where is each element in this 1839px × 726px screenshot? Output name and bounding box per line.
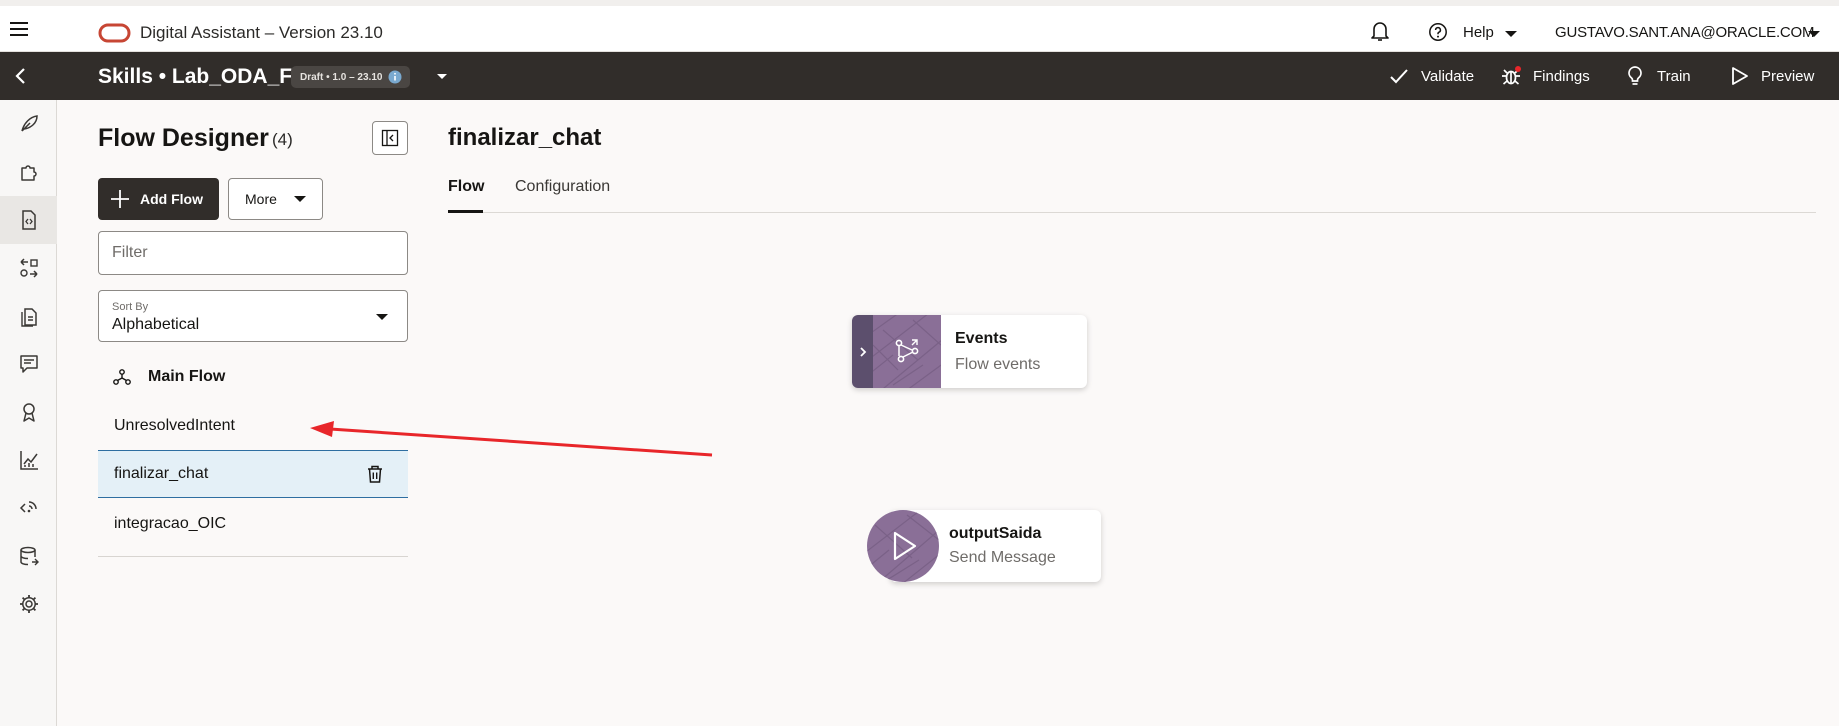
left-nav-rail: [0, 100, 57, 726]
skill-header-bar: Skills • Lab_ODA_FT Draft • 1.0 – 23.10 …: [0, 52, 1839, 100]
flow-count: (4): [272, 130, 293, 149]
quality-badge-icon[interactable]: [0, 388, 57, 436]
oracle-logo: [98, 23, 131, 43]
checkmark-icon: [1390, 69, 1408, 84]
events-node[interactable]: Events Flow events: [852, 315, 1087, 388]
collapse-panel-button[interactable]: [372, 121, 408, 155]
events-node-tile: [873, 315, 941, 388]
findings-button[interactable]: Findings: [1500, 64, 1590, 88]
flow-events-icon: [895, 339, 919, 363]
conversation-icon[interactable]: [0, 340, 57, 388]
flow-list-item-label: integracao_OIC: [114, 515, 227, 532]
trash-icon[interactable]: [366, 464, 384, 484]
expand-node-toggle[interactable]: [852, 315, 873, 388]
sort-by-select[interactable]: Sort By Alphabetical: [98, 290, 408, 342]
more-label: More: [245, 191, 277, 207]
events-node-subtitle: Flow events: [955, 356, 1041, 373]
play-icon: [1732, 67, 1748, 85]
filter-input[interactable]: [98, 231, 408, 275]
chevron-down-icon: [293, 196, 306, 202]
list-divider: [98, 556, 408, 557]
annotation-arrow: [310, 421, 713, 457]
feather-icon[interactable]: [0, 100, 57, 148]
flow-list-item-label: finalizar_chat: [114, 465, 209, 482]
insights-chart-icon[interactable]: [0, 436, 57, 484]
info-icon[interactable]: [388, 70, 402, 84]
help-menu-label[interactable]: Help: [1463, 24, 1494, 41]
tab-flow[interactable]: Flow: [448, 178, 484, 196]
preview-button[interactable]: Preview: [1728, 64, 1814, 88]
main-flow-label: Main Flow: [148, 368, 226, 385]
tabs-divider: [448, 212, 1816, 213]
lightbulb-icon: [1628, 66, 1642, 85]
help-icon[interactable]: [1428, 22, 1448, 42]
train-button[interactable]: Train: [1624, 64, 1691, 88]
chevron-down-icon: [376, 314, 388, 320]
main-flow-item[interactable]: Main Flow: [98, 353, 408, 401]
flow-name-heading: finalizar_chat: [448, 124, 602, 151]
events-node-title: Events: [955, 330, 1008, 347]
flow-list-item-label: UnresolvedIntent: [114, 417, 235, 434]
top-header: Digital Assistant – Version 23.10 Help G…: [0, 6, 1839, 52]
output-node-subtitle: Send Message: [949, 549, 1056, 566]
user-menu-label[interactable]: GUSTAVO.SANT.ANA@ORACLE.COM: [1555, 24, 1815, 41]
output-node-title: outputSaida: [949, 525, 1042, 542]
notifications-bell-icon[interactable]: [1369, 19, 1391, 43]
validate-label: Validate: [1421, 67, 1475, 85]
findings-label: Findings: [1533, 67, 1590, 85]
validate-button[interactable]: Validate: [1388, 64, 1474, 88]
flow-document-icon[interactable]: [0, 196, 57, 244]
send-message-node-circle[interactable]: [867, 510, 939, 582]
more-button[interactable]: More: [228, 178, 323, 220]
flow-list-item[interactable]: integracao_OIC: [98, 500, 408, 548]
version-badge: Draft • 1.0 – 23.10: [291, 66, 411, 88]
collapse-panel-icon: [381, 129, 399, 147]
hamburger-menu-icon[interactable]: [8, 18, 30, 40]
preview-label: Preview: [1761, 67, 1815, 85]
panel-title: Flow Designer: [98, 124, 269, 152]
skill-version-chevron-down-icon[interactable]: [436, 73, 448, 80]
settings-icon[interactable]: [0, 580, 57, 628]
tab-configuration[interactable]: Configuration: [515, 178, 610, 196]
version-badge-label: Draft • 1.0 – 23.10: [300, 71, 383, 83]
add-flow-label: Add Flow: [140, 191, 203, 207]
active-tab-indicator: [448, 210, 483, 213]
skill-title: Skills • Lab_ODA_FT: [98, 65, 305, 88]
puzzle-icon[interactable]: [0, 148, 57, 196]
channels-icon[interactable]: [0, 484, 57, 532]
app-title: Digital Assistant – Version 23.10: [140, 23, 383, 42]
sort-by-value: Alphabetical: [112, 316, 200, 333]
plus-icon: [111, 190, 129, 208]
entities-icon[interactable]: [0, 244, 57, 292]
chevron-right-icon: [859, 346, 866, 357]
bug-icon: [1502, 66, 1521, 85]
add-flow-button[interactable]: Add Flow: [98, 178, 219, 220]
user-chevron-down-icon[interactable]: [1807, 30, 1821, 38]
data-store-icon[interactable]: [0, 532, 57, 580]
resource-bundle-icon[interactable]: [0, 292, 57, 340]
help-chevron-down-icon[interactable]: [1504, 30, 1518, 38]
play-icon: [893, 531, 917, 561]
back-chevron-icon[interactable]: [10, 65, 32, 87]
train-label: Train: [1657, 67, 1691, 85]
sort-by-label: Sort By: [112, 301, 149, 313]
hierarchy-icon: [113, 369, 131, 385]
